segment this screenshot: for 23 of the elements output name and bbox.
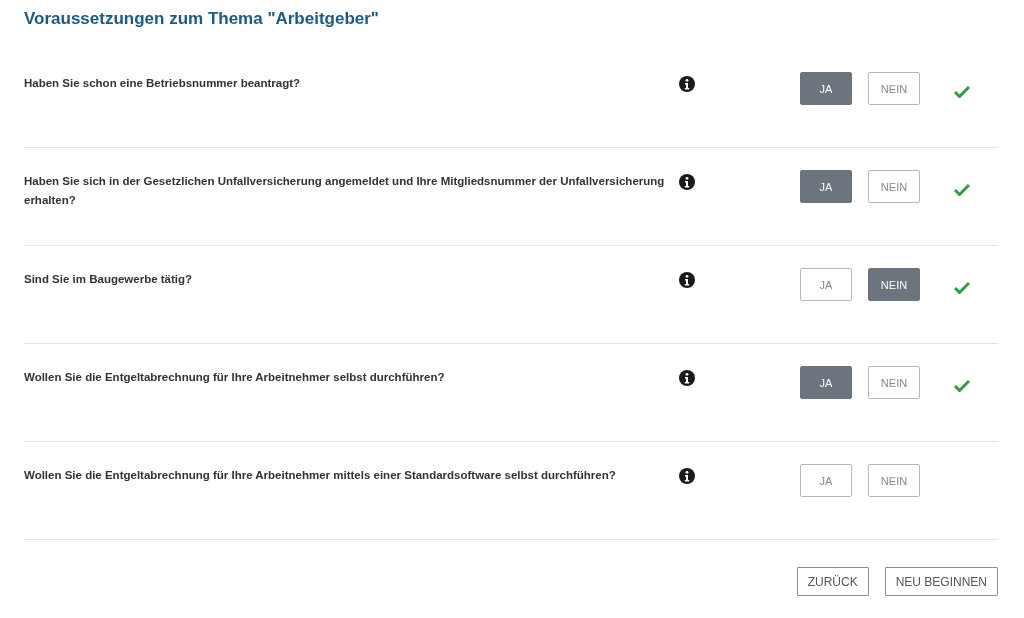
info-icon[interactable] — [679, 468, 695, 484]
answer-button[interactable]: NEIN — [868, 268, 920, 301]
answer-button[interactable]: JA — [800, 268, 852, 301]
answer-button[interactable]: JA — [800, 464, 852, 497]
info-icon[interactable] — [679, 370, 695, 386]
answer-button[interactable]: NEIN — [868, 170, 920, 203]
info-icon[interactable] — [679, 174, 695, 190]
info-icon[interactable] — [679, 76, 695, 92]
info-icon[interactable] — [679, 272, 695, 288]
answer-button[interactable]: JA — [800, 72, 852, 105]
answer-button[interactable]: NEIN — [868, 366, 920, 399]
answer-button[interactable]: JA — [800, 366, 852, 399]
answer-button[interactable]: NEIN — [868, 464, 920, 497]
answer-button[interactable]: JA — [800, 170, 852, 203]
nav-button[interactable]: NEU BEGINNEN — [884, 567, 998, 596]
question-text: Haben Sie schon eine Betriebsnummer beantragt? — [24, 76, 302, 91]
question-text: Wollen Sie die Entgeltabrechnung für Ihre Arbeitnehmer mittels einer Standardsoftware selbst durchführen? — [24, 468, 617, 483]
question-text: Wollen Sie die Entgeltabrechnung für Ihre Arbeitnehmer selbst durchführen? — [24, 370, 446, 385]
nav-button[interactable]: ZURÜCK — [796, 567, 869, 596]
question-text: Sind Sie im Baugewerbe tätig? — [24, 272, 194, 287]
page-title: Voraussetzungen zum Thema "Arbeitgeber" — [24, 8, 380, 30]
question-text: Haben Sie sich in der Gesetzlichen Unfallversicherung angemeldet und Ihre Mitgliedsnummer der Unfallversicherung erhalten? — [24, 174, 666, 208]
answer-button[interactable]: NEIN — [868, 72, 920, 105]
